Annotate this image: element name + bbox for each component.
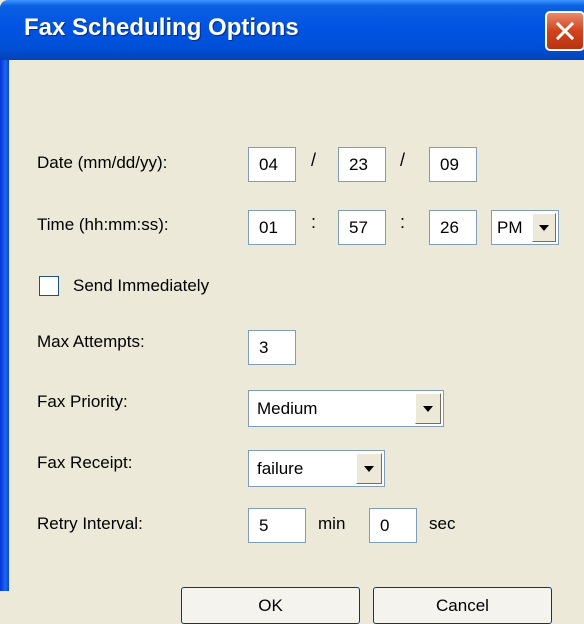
ampm-select[interactable]: PM <box>491 210 559 245</box>
close-icon <box>555 21 575 41</box>
window-title: Fax Scheduling Options <box>24 14 299 41</box>
fax-receipt-label: Fax Receipt: <box>37 453 133 472</box>
ampm-value: PM <box>497 217 523 237</box>
retry-seconds-input[interactable]: 0 <box>369 508 417 543</box>
dialog-body: Date (mm/dd/yy): 04 / 23 / 09 Time (hh:m… <box>9 60 584 624</box>
chevron-down-icon <box>423 405 433 412</box>
retry-seconds-unit: sec <box>429 514 456 533</box>
max-attempts-input[interactable]: 3 <box>248 330 296 365</box>
max-attempts-label: Max Attempts: <box>37 332 145 351</box>
fax-priority-select[interactable]: Medium <box>248 390 444 427</box>
fax-priority-dropdown-button[interactable] <box>415 393 441 424</box>
fax-priority-label: Fax Priority: <box>37 392 128 411</box>
ok-button[interactable]: OK <box>181 587 360 624</box>
time-hour-input[interactable]: 01 <box>248 210 296 245</box>
fax-receipt-value: failure <box>257 458 304 478</box>
time-separator-2: : <box>400 212 406 232</box>
fax-receipt-select[interactable]: failure <box>248 450 385 487</box>
date-year-input[interactable]: 09 <box>429 147 477 182</box>
cancel-button[interactable]: Cancel <box>373 587 552 624</box>
chevron-down-icon <box>539 224 549 231</box>
time-separator-1: : <box>311 212 317 232</box>
chevron-down-icon <box>364 465 374 472</box>
date-month-input[interactable]: 04 <box>248 147 296 182</box>
retry-interval-label: Retry Interval: <box>37 514 143 533</box>
date-separator-1: / <box>311 150 317 170</box>
dialog-window: Fax Scheduling Options Date (mm/dd/yy): … <box>0 0 584 624</box>
date-label: Date (mm/dd/yy): <box>37 153 168 172</box>
title-bar[interactable]: Fax Scheduling Options <box>0 0 584 60</box>
date-day-input[interactable]: 23 <box>338 147 386 182</box>
window-frame-left <box>0 60 9 591</box>
send-immediately-label[interactable]: Send Immediately <box>73 276 209 296</box>
time-label: Time (hh:mm:ss): <box>37 215 169 234</box>
close-button[interactable] <box>545 11 584 51</box>
ampm-dropdown-button[interactable] <box>532 213 556 242</box>
time-second-input[interactable]: 26 <box>429 210 477 245</box>
time-minute-input[interactable]: 57 <box>338 210 386 245</box>
send-immediately-checkbox[interactable] <box>39 276 59 296</box>
retry-minutes-input[interactable]: 5 <box>248 508 306 543</box>
fax-receipt-dropdown-button[interactable] <box>356 453 382 484</box>
retry-minutes-unit: min <box>318 514 346 533</box>
date-separator-2: / <box>400 150 406 170</box>
fax-priority-value: Medium <box>257 398 318 418</box>
